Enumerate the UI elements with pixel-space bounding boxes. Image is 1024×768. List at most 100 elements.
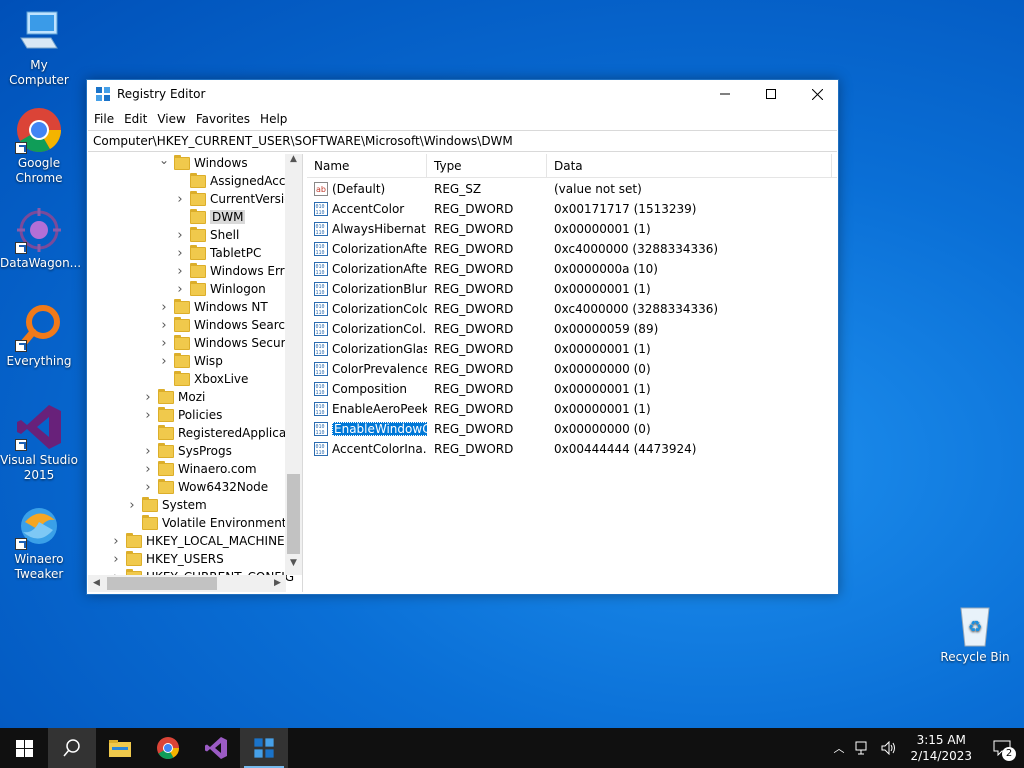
tree-item[interactable]: RegisteredApplicatic [142,424,301,442]
tree-item[interactable]: Volatile Environment [126,514,287,532]
search-button[interactable] [48,728,96,768]
chevron-right-icon[interactable]: › [142,462,154,477]
menu-edit[interactable]: Edit [119,112,152,126]
tree-item[interactable]: › TabletPC [174,244,261,262]
tree-item[interactable]: XboxLive [158,370,248,388]
taskbar-file-explorer[interactable] [96,728,144,768]
network-icon[interactable] [855,741,871,755]
value-row[interactable]: 010 110 Composition REG_DWORD 0x00000001 (1) [307,379,837,399]
address-bar[interactable]: Computer\HKEY_CURRENT_USER\SOFTWARE\Micr… [88,130,837,152]
chevron-right-icon[interactable]: › [142,444,154,459]
volume-icon[interactable] [881,741,897,755]
scroll-right-icon[interactable]: ▶ [269,575,286,592]
desktop-icon-recycle-bin[interactable]: ♻ Recycle Bin [936,600,1014,665]
taskbar: ︿ 3:15 AM 2/14/2023 2 [0,728,1024,768]
value-row[interactable]: 010 110 ColorizationColor REG_DWORD 0xc40000… [307,299,837,319]
tree-item[interactable]: › SysProgs [142,442,232,460]
chevron-down-icon[interactable]: ⌄ [158,154,170,167]
chevron-right-icon[interactable]: › [158,336,170,351]
value-row[interactable]: 010110 ColorizationBlur... REG_DWORD 0x0000… [307,279,837,299]
tree-item[interactable]: › Windows Error [174,262,297,280]
chevron-right-icon[interactable]: › [110,534,122,549]
value-row[interactable]: 010 110 AlwaysHibernat... REG_DWORD 0x000000… [307,219,837,239]
recycle-bin-icon: ♻ [951,600,999,648]
start-button[interactable] [0,728,48,768]
minimize-button[interactable] [702,80,748,108]
close-button[interactable] [794,80,840,108]
tree-item[interactable]: › Windows NT [158,298,268,316]
desktop-icon-everything[interactable]: Everything [0,304,78,369]
title-bar[interactable]: Registry Editor [87,80,838,108]
chevron-right-icon[interactable]: › [142,480,154,495]
scroll-down-icon[interactable]: ▼ [285,558,302,575]
desktop-icon-my-computer[interactable]: My Computer [0,8,78,88]
chevron-right-icon[interactable]: › [142,390,154,405]
chevron-right-icon[interactable]: › [110,552,122,567]
key-tree-pane[interactable]: ⌄ Windows AssignedAcce › CurrentVersion DWM › S… [88,154,303,592]
column-header-type[interactable]: Type [427,154,547,178]
chevron-right-icon[interactable]: › [142,408,154,423]
tree-item[interactable]: › Policies [142,406,222,424]
column-header-name[interactable]: Name [307,154,427,178]
tree-item[interactable]: AssignedAcce [174,172,293,190]
tree-item[interactable]: › Mozi [142,388,205,406]
value-row[interactable]: 010110 ColorizationAfte... REG_DWORD 0xc400… [307,239,837,259]
tree-item[interactable]: › Winlogon [174,280,266,298]
column-header-data[interactable]: Data [547,154,832,178]
value-row[interactable]: 010 110 EnableAeroPeek REG_DWORD 0x00000001 … [307,399,837,419]
chevron-right-icon[interactable]: › [158,300,170,315]
value-row[interactable]: 010 110 AccentColor REG_DWORD 0x00171717 (15… [307,199,837,219]
tree-item[interactable]: › Windows Search [158,316,293,334]
desktop-icon-visual-studio[interactable]: Visual Studio 2015 [0,403,78,483]
tree-item[interactable]: › System [126,496,207,514]
tree-item[interactable]: ⌄ Windows [158,154,248,172]
tree-vertical-scrollbar[interactable]: ▲ ▼ [285,154,302,575]
menu-view[interactable]: View [152,112,190,126]
value-row[interactable]: 010110 ColorizationGlas... REG_DWORD 0x0000… [307,339,837,359]
value-row[interactable]: 010110 ColorizationAfte... REG_DWORD 0x0000… [307,259,837,279]
scroll-thumb[interactable] [107,577,217,590]
address-path[interactable]: Computer\HKEY_CURRENT_USER\SOFTWARE\Micr… [93,134,513,148]
tree-item[interactable]: › Windows Security [158,334,301,352]
menu-file[interactable]: File [89,112,119,126]
value-row[interactable]: 010 110 AccentColorIna... REG_DWORD 0x004444… [307,439,837,459]
tree-item[interactable]: › Wisp [158,352,223,370]
chevron-right-icon[interactable]: › [174,246,186,261]
show-hidden-icons-chevron-icon[interactable]: ︿ [827,740,850,756]
tree-item[interactable]: › HKEY_LOCAL_MACHINE [110,532,285,550]
menu-help[interactable]: Help [255,112,292,126]
desktop-icon-winaero[interactable]: Winaero Tweaker [0,502,78,582]
value-row[interactable]: 010 110 ColorPrevalence REG_DWORD 0x00000000… [307,359,837,379]
taskbar-chrome[interactable] [144,728,192,768]
desktop-icon-datawagon[interactable]: DataWagon... [0,206,81,271]
desktop-icon-chrome[interactable]: Google Chrome [0,106,78,186]
chevron-right-icon[interactable]: › [174,192,186,207]
tree-horizontal-scrollbar[interactable]: ◀ ▶ [88,575,286,592]
value-row[interactable]: 010110 EnableWindowC... REG_DWORD 0x0000000… [307,419,837,439]
tree-item[interactable]: › Winaero.com [142,460,257,478]
chevron-right-icon[interactable]: › [126,498,138,513]
maximize-button[interactable] [748,80,794,108]
chevron-right-icon[interactable]: › [158,318,170,333]
action-center-button[interactable]: 2 [980,728,1024,768]
value-row[interactable]: 010 110 ColorizationCol... REG_DWORD 0x00000… [307,319,837,339]
values-list-pane[interactable]: Name Type Data ab (Default) REG_SZ (value n… [307,154,837,592]
taskbar-registry-editor[interactable] [240,728,288,768]
clock[interactable]: 3:15 AM 2/14/2023 [902,732,980,764]
chevron-right-icon[interactable]: › [174,228,186,243]
scroll-thumb[interactable] [287,474,300,554]
chevron-right-icon[interactable]: › [158,354,170,369]
tree-item[interactable]: › Shell [174,226,239,244]
tree-item[interactable]: › CurrentVersion [174,190,299,208]
tree-item[interactable]: › Wow6432Node [142,478,268,496]
tree-item[interactable]: DWM [174,208,246,226]
menu-favorites[interactable]: Favorites [191,112,255,126]
tree-item[interactable]: › HKEY_USERS [110,550,224,568]
chevron-right-icon[interactable]: › [174,264,186,279]
chevron-right-icon[interactable]: › [174,282,186,297]
scroll-up-icon[interactable]: ▲ [285,154,302,171]
tree-item-label: HKEY_USERS [146,552,224,566]
value-row[interactable]: ab (Default) REG_SZ (value not set) [307,179,837,199]
scroll-left-icon[interactable]: ◀ [88,575,105,592]
taskbar-visual-studio[interactable] [192,728,240,768]
